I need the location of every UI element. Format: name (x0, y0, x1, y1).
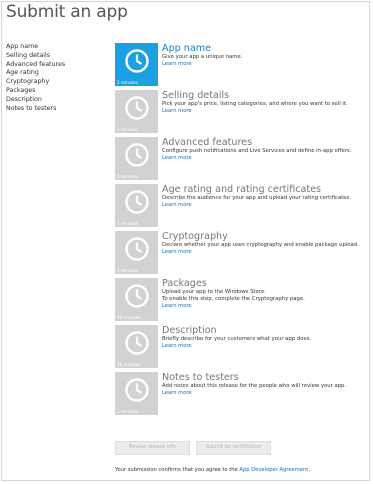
step-tile-cryptography: 5 minutes (115, 231, 158, 274)
learn-more-link[interactable]: Learn more (162, 390, 368, 397)
app-developer-agreement-link[interactable]: App Developer Agreement (239, 467, 308, 473)
step-duration: 30 minutes (117, 362, 141, 367)
step-body: Advanced features Configure push notific… (162, 137, 368, 162)
step-description: Pick your app's price, listing categorie… (162, 101, 348, 107)
step-tile-age-rating: 5 minutes (115, 184, 158, 227)
sidebar-item-cryptography[interactable]: Cryptography (6, 78, 106, 87)
learn-more-link[interactable]: Learn more (162, 249, 368, 256)
step-tile-notes-to-testers: 2 minutes (115, 372, 158, 415)
clock-icon (125, 331, 149, 355)
learn-more-link[interactable]: Learn more (162, 303, 368, 310)
learn-more-link[interactable]: Learn more (162, 343, 368, 350)
step-description: 30 minutes Description Briefly describe … (115, 325, 365, 372)
clock-icon (125, 378, 149, 402)
step-duration: 5 minutes (117, 174, 138, 179)
clock-icon (125, 49, 149, 73)
step-tile-advanced-features: 5 minutes (115, 137, 158, 180)
agreement-notice: Your submission confirms that you agree … (115, 467, 310, 473)
sidebar-item-packages[interactable]: Packages (6, 87, 106, 96)
step-duration: 2 minutes (117, 80, 138, 85)
step-duration: 5 minutes (117, 221, 138, 226)
step-description: Add notes about this release for the peo… (162, 383, 347, 389)
clock-icon (125, 284, 149, 308)
sidebar-item-selling-details[interactable]: Selling details (6, 52, 106, 61)
sidebar-item-app-name[interactable]: App name (6, 43, 106, 52)
sidebar-item-age-rating[interactable]: Age rating (6, 69, 106, 78)
step-title: Packages (162, 278, 207, 289)
step-duration: 2 minutes (117, 409, 138, 414)
step-packages: 30 minutes Packages Upload your app to t… (115, 278, 365, 325)
step-description: Declare whether your app uses cryptograp… (162, 242, 359, 248)
step-duration: 5 minutes (117, 127, 138, 132)
step-tile-description: 30 minutes (115, 325, 158, 368)
step-body: Description Briefly describe for your cu… (162, 325, 368, 350)
step-description: Briefly describe for your customers what… (162, 336, 312, 342)
step-tile-selling-details: 5 minutes (115, 90, 158, 133)
step-tile-app-name[interactable]: 2 minutes (115, 43, 158, 86)
clock-icon (125, 96, 149, 120)
step-body: Selling details Pick your app's price, l… (162, 90, 368, 115)
step-duration: 30 minutes (117, 315, 141, 320)
agreement-text: Your submission confirms that you agree … (115, 467, 240, 473)
sidebar-item-advanced-features[interactable]: Advanced features (6, 61, 106, 70)
step-description: Upload your app to the Windows Store. (162, 289, 266, 295)
sidebar-nav: App name Selling details Advanced featur… (6, 43, 106, 113)
learn-more-link[interactable]: Learn more (162, 108, 368, 115)
page-title: Submit an app (6, 2, 128, 22)
step-list: 2 minutes App name Give your app a uniqu… (115, 43, 365, 419)
step-cryptography: 5 minutes Cryptography Declare whether y… (115, 231, 365, 278)
step-description: Configure push notifications and Live Se… (162, 148, 352, 154)
step-selling-details: 5 minutes Selling details Pick your app'… (115, 90, 365, 137)
step-body: Cryptography Declare whether your app us… (162, 231, 368, 256)
step-requirement-note: To enable this step, complete the Crypto… (162, 296, 305, 302)
step-tile-packages: 30 minutes (115, 278, 158, 321)
clock-icon (125, 237, 149, 261)
step-title: Selling details (162, 90, 230, 101)
agreement-suffix: . (308, 467, 310, 473)
step-body: App name Give your app a unique name. Le… (162, 43, 368, 68)
step-advanced-features: 5 minutes Advanced features Configure pu… (115, 137, 365, 184)
review-release-info-button[interactable]: Review release info (115, 441, 190, 455)
learn-more-link[interactable]: Learn more (162, 155, 368, 162)
step-body: Packages Upload your app to the Windows … (162, 278, 368, 310)
clock-icon (125, 143, 149, 167)
step-duration: 5 minutes (117, 268, 138, 273)
step-title: Description (162, 325, 217, 336)
step-description: Give your app a unique name. (162, 54, 243, 60)
step-description: Describe the audience for your app and u… (162, 195, 351, 201)
learn-more-link[interactable]: Learn more (162, 61, 368, 68)
step-app-name: 2 minutes App name Give your app a uniqu… (115, 43, 365, 90)
step-age-rating: 5 minutes Age rating and rating certific… (115, 184, 365, 231)
step-title: Cryptography (162, 231, 228, 242)
step-title: Age rating and rating certificates (162, 184, 322, 195)
step-body: Notes to testers Add notes about this re… (162, 372, 368, 397)
step-title: Notes to testers (162, 372, 239, 383)
submit-for-certification-button[interactable]: Submit for certification (196, 441, 271, 455)
clock-icon (125, 190, 149, 214)
step-notes-to-testers: 2 minutes Notes to testers Add notes abo… (115, 372, 365, 419)
learn-more-link[interactable]: Learn more (162, 202, 368, 209)
sidebar-item-notes-to-testers[interactable]: Notes to testers (6, 105, 106, 114)
step-title: Advanced features (162, 137, 253, 148)
step-body: Age rating and rating certificates Descr… (162, 184, 368, 209)
sidebar-item-description[interactable]: Description (6, 96, 106, 105)
step-title[interactable]: App name (162, 43, 368, 54)
